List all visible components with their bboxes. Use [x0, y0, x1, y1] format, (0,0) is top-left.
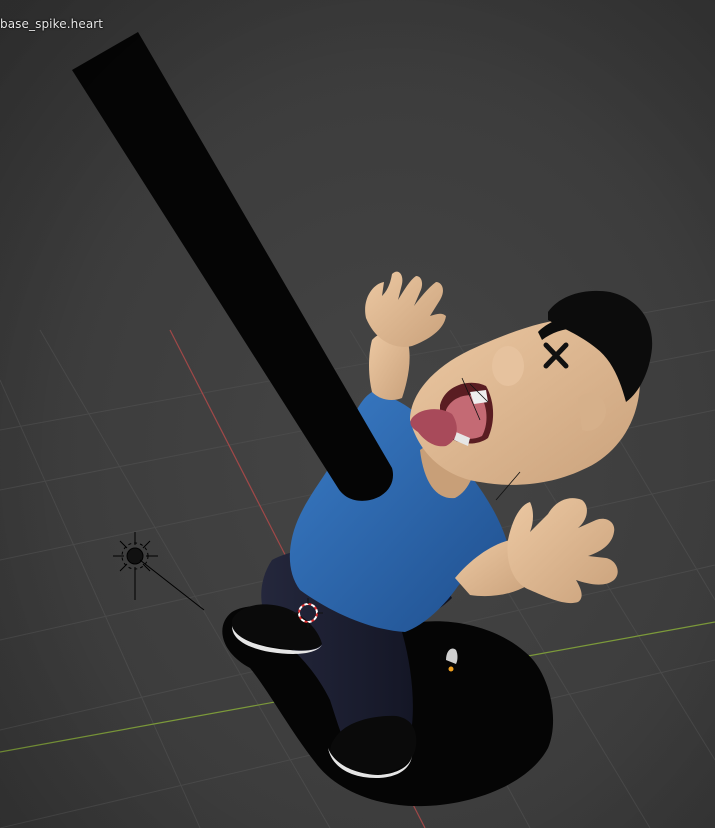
3d-viewport[interactable]: base_spike.heart: [0, 0, 715, 828]
viewport-vignette: [0, 0, 715, 828]
scene-render: [0, 0, 715, 828]
active-object-label: base_spike.heart: [0, 17, 104, 31]
